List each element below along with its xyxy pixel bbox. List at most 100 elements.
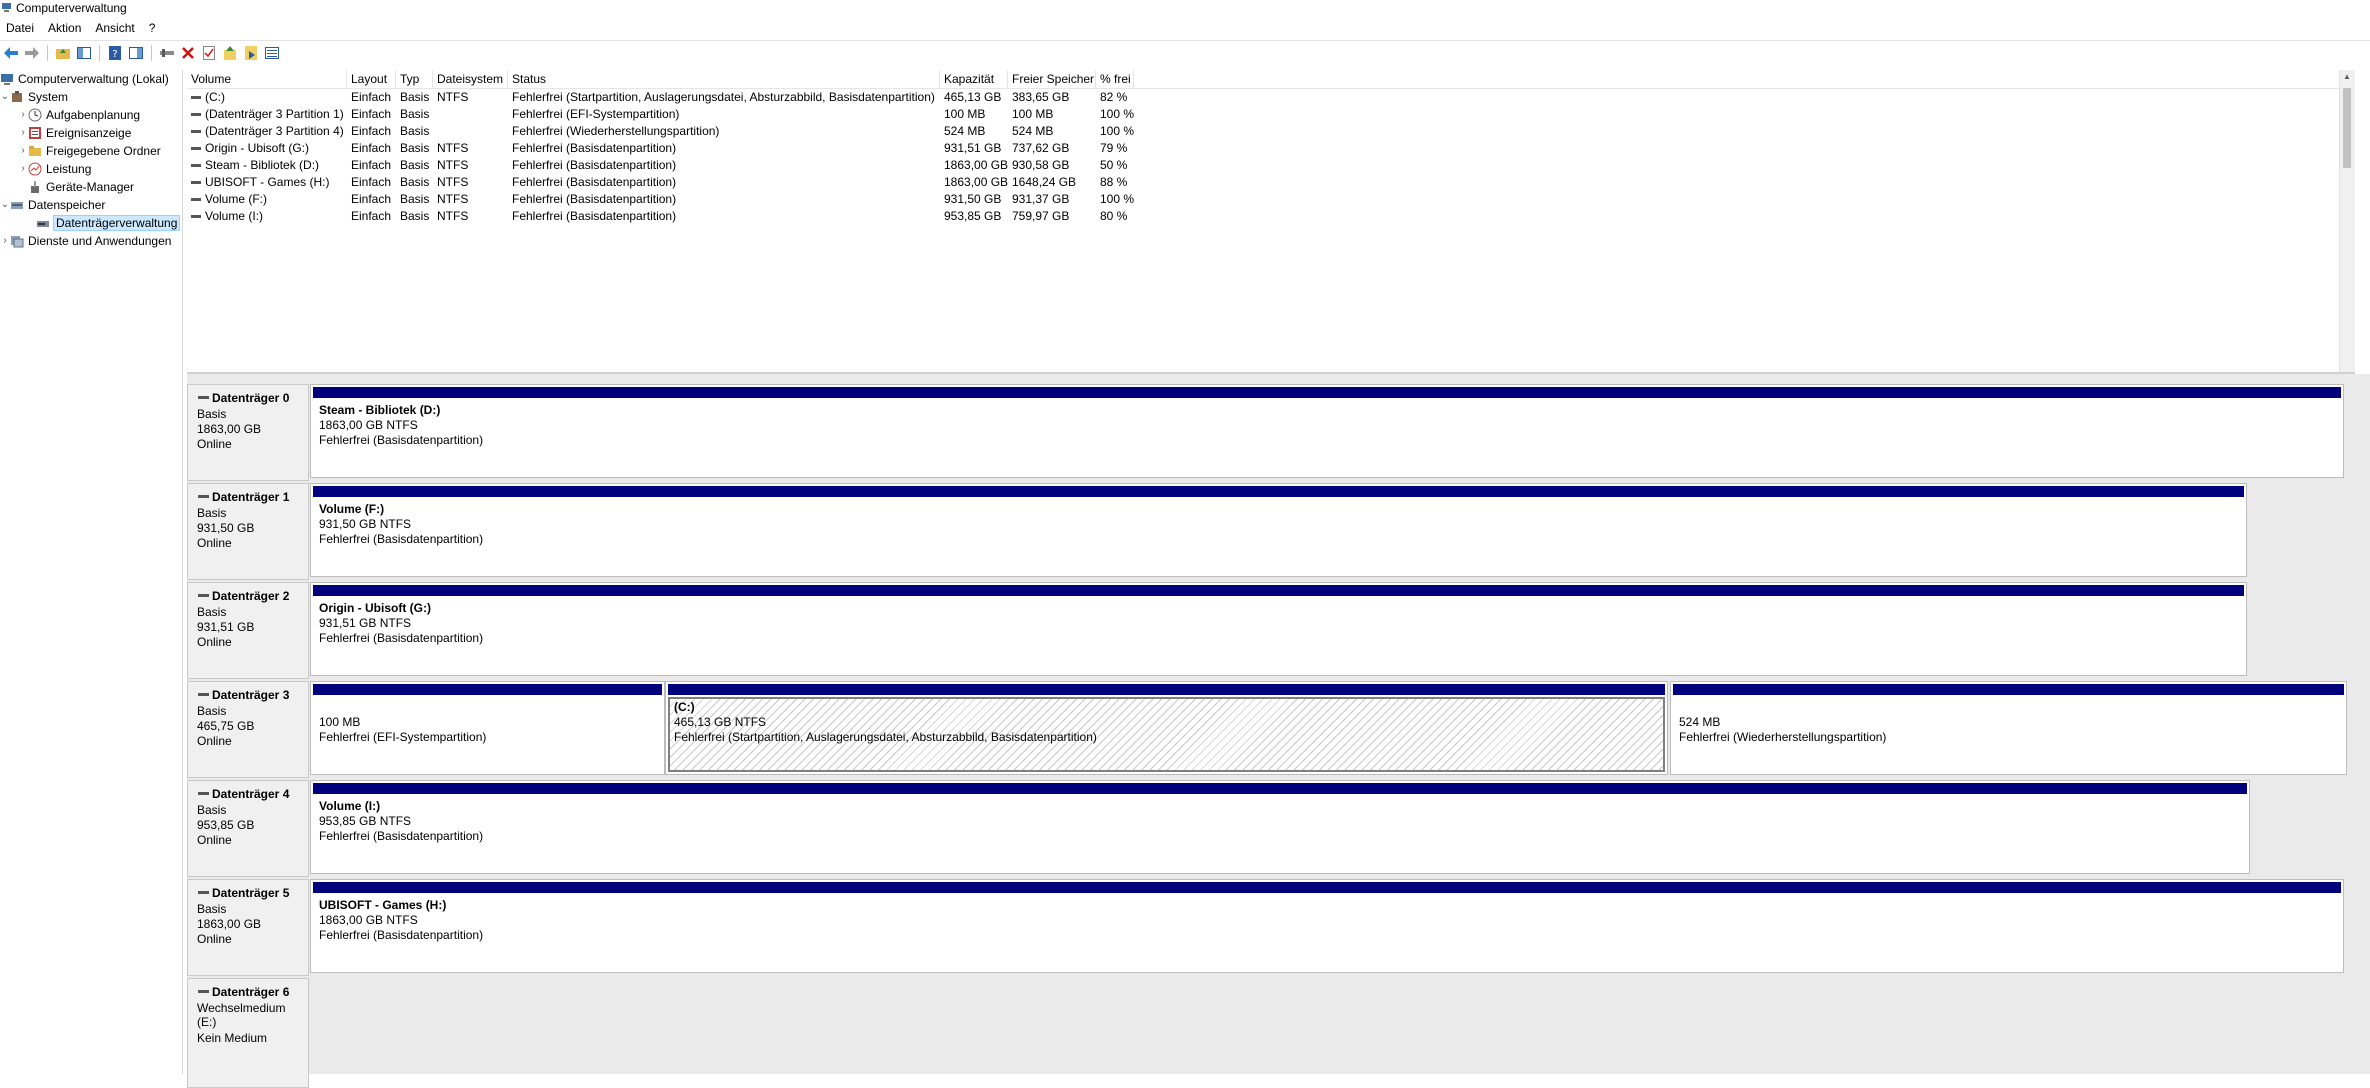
- partition-name: UBISOFT - Games (H:): [319, 898, 447, 912]
- tree-item-label: Geräte-Manager: [46, 179, 135, 194]
- partition-bar: [313, 486, 2244, 497]
- chevron-right-icon[interactable]: ›: [0, 235, 10, 246]
- partition-name: Origin - Ubisoft (G:): [319, 601, 431, 615]
- tree-item-leistung[interactable]: › Leistung: [18, 160, 91, 177]
- volume-cell-volume: Volume (I:): [187, 208, 347, 225]
- volume-row[interactable]: Origin - Ubisoft (G:) Einfach Basis NTFS Feh…: [187, 140, 2355, 157]
- volume-row[interactable]: (C:) Einfach Basis NTFS Fehlerfrei (Startpar…: [187, 89, 2355, 106]
- disk-label[interactable]: Datenträger 5 Basis 1863,00 GB Online: [187, 879, 309, 976]
- column-header-kapazitaet[interactable]: Kapazität: [940, 70, 1008, 88]
- column-header-status[interactable]: Status: [508, 70, 940, 88]
- tree-item-datentraegerverwaltung[interactable]: Datenträgerverwaltung: [36, 214, 181, 231]
- volume-row[interactable]: Steam - Bibliotek (D:) Einfach Basis NTFS Fe…: [187, 157, 2355, 174]
- tree-item-aufgabenplanung[interactable]: › Aufgabenplanung: [18, 106, 140, 123]
- partition[interactable]: Steam - Bibliotek (D:) 1863,00 GB NTFS Feh…: [310, 384, 2344, 478]
- chevron-right-icon[interactable]: ›: [18, 127, 28, 138]
- disk-label[interactable]: Datenträger 3 Basis 465,75 GB Online: [187, 681, 309, 778]
- volume-cell-typ: Basis: [396, 89, 433, 106]
- tree-item-root[interactable]: Computerverwaltung (Lokal): [0, 70, 169, 87]
- disk-label[interactable]: Datenträger 6 Wechselmedium (E:) Kein Medi…: [187, 978, 309, 1088]
- chevron-down-icon[interactable]: ⌄: [0, 91, 10, 102]
- back-icon[interactable]: [2, 44, 20, 62]
- vertical-scrollbar[interactable]: ▲: [2339, 70, 2355, 372]
- export-icon[interactable]: [242, 44, 260, 62]
- cell-text: Fehlerfrei (Wiederherstellungspartition): [512, 124, 720, 138]
- column-header-prozent-frei[interactable]: % frei: [1096, 70, 1134, 88]
- menu-datei[interactable]: Datei: [0, 21, 42, 35]
- partition[interactable]: (C:) 465,13 GB NTFS Fehlerfrei (Startparti…: [665, 681, 1668, 775]
- partition-bar: [313, 585, 2244, 596]
- disk-type: Basis: [197, 803, 227, 817]
- disk-label[interactable]: Datenträger 4 Basis 953,85 GB Online: [187, 780, 309, 877]
- cell-text: 1863,00 GB: [944, 175, 1009, 189]
- volume-icon: [191, 113, 201, 117]
- tree-item-ereignisanzeige[interactable]: › Ereignisanzeige: [18, 124, 131, 141]
- column-header-typ[interactable]: Typ: [396, 70, 433, 88]
- help-icon[interactable]: ?: [106, 44, 124, 62]
- computer-management-icon: [2, 3, 11, 12]
- column-header-layout[interactable]: Layout: [347, 70, 396, 88]
- partition-name: Volume (F:): [319, 502, 385, 516]
- column-header-dateisystem[interactable]: Dateisystem: [433, 70, 508, 88]
- volume-cell-typ: Basis: [396, 208, 433, 225]
- partition[interactable]: UBISOFT - Games (H:) 1863,00 GB NTFS Fehle…: [310, 879, 2344, 973]
- partition[interactable]: 524 MB Fehlerfrei (Wiederherstellungspart…: [1670, 681, 2347, 775]
- disk-label[interactable]: Datenträger 1 Basis 931,50 GB Online: [187, 483, 309, 580]
- volume-cell-dateisystem: NTFS: [433, 157, 508, 174]
- volume-row[interactable]: UBISOFT - Games (H:) Einfach Basis NTFS Fehl…: [187, 174, 2355, 191]
- volume-cell-dateisystem: NTFS: [433, 191, 508, 208]
- cell-text: Einfach: [351, 107, 392, 121]
- partition[interactable]: 100 MB Fehlerfrei (EFI-Systempartition): [310, 681, 665, 775]
- scroll-up-icon[interactable]: ▲: [2343, 72, 2351, 81]
- menu-aktion[interactable]: Aktion: [42, 21, 89, 35]
- tree-item-datenspeicher[interactable]: ⌄ Datenspeicher: [0, 196, 106, 213]
- partition[interactable]: Volume (F:) 931,50 GB NTFS Fehlerfrei (Bas…: [310, 483, 2247, 577]
- column-header-freier-speicher[interactable]: Freier Speicher: [1008, 70, 1096, 88]
- partition[interactable]: Volume (I:) 953,85 GB NTFS Fehlerfrei (Bas…: [310, 780, 2250, 874]
- partition-bar: [313, 783, 2247, 794]
- volume-cell-freier-speicher: 930,58 GB: [1008, 157, 1096, 174]
- chevron-down-icon[interactable]: ⌄: [0, 199, 10, 210]
- partition-bar: [313, 387, 2341, 398]
- disk-state: Online: [197, 437, 232, 451]
- volume-cell-layout: Einfach: [347, 123, 396, 140]
- tree-item-dienste[interactable]: › Dienste und Anwendungen: [0, 232, 171, 249]
- cell-text: Basis: [400, 90, 430, 104]
- disk-label[interactable]: Datenträger 0 Basis 1863,00 GB Online: [187, 384, 309, 481]
- menu-ansicht[interactable]: Ansicht: [89, 21, 142, 35]
- volume-row[interactable]: Volume (F:) Einfach Basis NTFS Fehlerfrei (B…: [187, 191, 2355, 208]
- cell-text: 80 %: [1100, 209, 1128, 223]
- chevron-right-icon[interactable]: ›: [18, 109, 28, 120]
- cell-text: (Datenträger 3 Partition 4): [205, 124, 344, 138]
- volume-row[interactable]: Volume (I:) Einfach Basis NTFS Fehlerfrei (B…: [187, 208, 2355, 225]
- connect-icon[interactable]: [158, 44, 176, 62]
- column-header-volume[interactable]: Volume: [187, 70, 347, 88]
- partition[interactable]: Origin - Ubisoft (G:) 931,51 GB NTFS Fehle…: [310, 582, 2247, 676]
- delete-icon[interactable]: [179, 44, 197, 62]
- import-icon[interactable]: [221, 44, 239, 62]
- cell-text: NTFS: [437, 158, 469, 172]
- disk-label[interactable]: Datenträger 2 Basis 931,51 GB Online: [187, 582, 309, 679]
- cell-text: Einfach: [351, 141, 392, 155]
- volume-cell-layout: Einfach: [347, 157, 396, 174]
- list-view-icon[interactable]: [263, 44, 281, 62]
- menu-bar: Datei Aktion Ansicht ?: [0, 17, 2370, 39]
- menu-help[interactable]: ?: [143, 21, 164, 35]
- chevron-right-icon[interactable]: ›: [18, 163, 28, 174]
- volume-cell-prozent-frei: 100 %: [1096, 106, 1134, 123]
- forward-icon[interactable]: [23, 44, 41, 62]
- checklist-icon[interactable]: [200, 44, 218, 62]
- chevron-right-icon[interactable]: ›: [18, 145, 28, 156]
- properties-panel-icon[interactable]: [127, 44, 145, 62]
- tree-item-system[interactable]: ⌄ System: [0, 88, 68, 105]
- volume-row[interactable]: (Datenträger 3 Partition 4) Einfach Basis F…: [187, 123, 2355, 140]
- partition-status: Fehlerfrei (EFI-Systempartition): [319, 730, 487, 744]
- volume-cell-typ: Basis: [396, 191, 433, 208]
- scrollbar-thumb[interactable]: [2343, 88, 2351, 168]
- tree-item-geraete-manager[interactable]: Geräte-Manager: [28, 178, 134, 195]
- show-hide-console-tree-icon[interactable]: [75, 44, 93, 62]
- tree-item-freigegebene-ordner[interactable]: › Freigegebene Ordner: [18, 142, 160, 159]
- disk-size: 1863,00 GB: [197, 422, 262, 436]
- up-folder-icon[interactable]: [54, 44, 72, 62]
- volume-row[interactable]: (Datenträger 3 Partition 1) Einfach Basis F…: [187, 106, 2355, 123]
